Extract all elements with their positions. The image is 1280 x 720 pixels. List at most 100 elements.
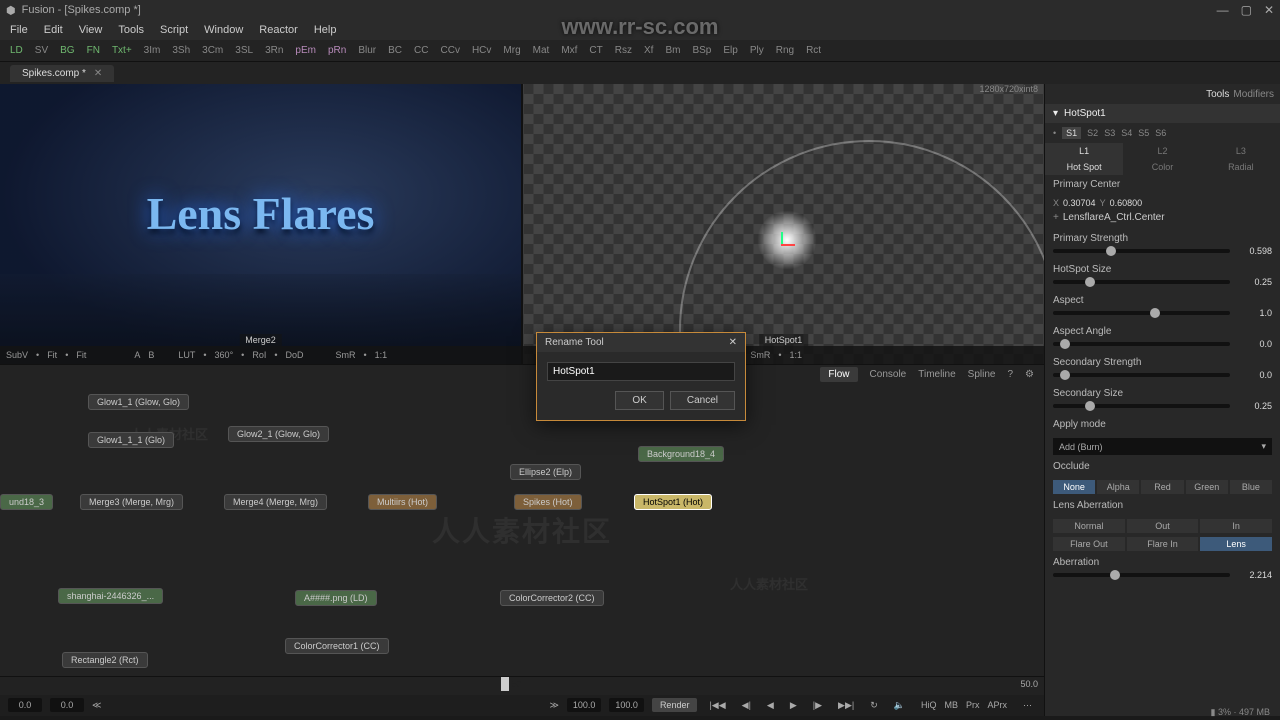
slider[interactable]	[1053, 342, 1230, 346]
sub-tab[interactable]: Color	[1123, 159, 1201, 175]
slider[interactable]	[1053, 311, 1230, 315]
tool-ply[interactable]: Ply	[750, 45, 764, 56]
vtb-item[interactable]: Fit	[76, 350, 86, 360]
menu-tools[interactable]: Tools	[118, 24, 144, 36]
viewer-left[interactable]: Lens Flares SubV•Fit•FitABLUT•360°•RoI•D…	[0, 84, 521, 364]
go-start-icon[interactable]: |◀◀	[705, 698, 729, 713]
vtb-item[interactable]: Fit	[47, 350, 57, 360]
menu-window[interactable]: Window	[204, 24, 243, 36]
tool-mxf[interactable]: Mxf	[561, 45, 577, 56]
vtb-item[interactable]: •	[241, 350, 244, 360]
menu-edit[interactable]: Edit	[44, 24, 63, 36]
tool-hcv[interactable]: HCv	[472, 45, 491, 56]
seg-out[interactable]: Out	[1127, 519, 1199, 533]
vtb-item[interactable]: •	[203, 350, 206, 360]
flow-node[interactable]: Merge4 (Merge, Mrg)	[224, 494, 327, 510]
tool-3cm[interactable]: 3Cm	[202, 45, 223, 56]
tool-ld[interactable]: LD	[10, 45, 23, 56]
flow-node[interactable]: Glow1_1_1 (Glo)	[88, 432, 174, 448]
vtb-item[interactable]: LUT	[178, 350, 195, 360]
flow-node[interactable]: und18_3	[0, 494, 53, 510]
inspector-tab-tools[interactable]: Tools	[1206, 89, 1229, 100]
aberration-slider[interactable]	[1053, 573, 1230, 577]
seg-none[interactable]: None	[1053, 480, 1095, 494]
slider[interactable]	[1053, 404, 1230, 408]
flow-node[interactable]: Merge3 (Merge, Mrg)	[80, 494, 183, 510]
transform-gizmo-icon[interactable]	[773, 230, 797, 254]
settings-slot[interactable]: S1	[1062, 127, 1081, 139]
seg-normal[interactable]: Normal	[1053, 519, 1125, 533]
loop-icon[interactable]: ↻	[866, 698, 882, 713]
tool-mat[interactable]: Mat	[533, 45, 550, 56]
expression-link[interactable]: + LensflareA_Ctrl.Center	[1045, 210, 1280, 229]
flow-node[interactable]: A####.png (LD)	[295, 590, 377, 606]
play-back-icon[interactable]: ◀	[763, 698, 778, 713]
time-start[interactable]: 0.0	[50, 698, 84, 712]
tool-bm[interactable]: Bm	[665, 45, 680, 56]
collapse-icon[interactable]: ▾	[1053, 108, 1058, 119]
vtb-item[interactable]: 1:1	[375, 350, 388, 360]
menu-view[interactable]: View	[79, 24, 103, 36]
flow-tab-console[interactable]: Console	[870, 369, 907, 380]
vtb-item[interactable]: A	[134, 350, 140, 360]
seg-in[interactable]: In	[1200, 519, 1272, 533]
sub-tab[interactable]: Radial	[1202, 159, 1280, 175]
time-end[interactable]: 100.0	[567, 698, 602, 712]
slider[interactable]	[1053, 249, 1230, 253]
seg-red[interactable]: Red	[1141, 480, 1183, 494]
level-tab[interactable]: L1	[1045, 143, 1123, 159]
seg-lens[interactable]: Lens	[1200, 537, 1272, 551]
tool-elp[interactable]: Elp	[723, 45, 737, 56]
settings-slot[interactable]: S6	[1155, 128, 1166, 138]
range-end[interactable]: 100.0	[609, 698, 644, 712]
viewer-right[interactable]: 1280x720xint8 Snap•LUT•360°•RoI•DoDSmR•1…	[523, 84, 1044, 364]
flow-tab-icon[interactable]: ⚙	[1025, 369, 1034, 380]
tl-hiq[interactable]: HiQ	[917, 698, 941, 712]
tool-fn[interactable]: FN	[87, 45, 100, 56]
tl-aprx[interactable]: APrx	[983, 698, 1011, 712]
slider[interactable]	[1053, 373, 1230, 377]
rename-input[interactable]	[547, 362, 735, 381]
vtb-item[interactable]: DoD	[286, 350, 304, 360]
tool-3sl[interactable]: 3SL	[235, 45, 253, 56]
flow-node[interactable]: Ellipse2 (Elp)	[510, 464, 581, 480]
vtb-item[interactable]: 1:1	[789, 350, 802, 360]
flow-node[interactable]: ColorCorrector1 (CC)	[285, 638, 389, 654]
tool-pem[interactable]: pEm	[295, 45, 316, 56]
flow-node[interactable]: Glow2_1 (Glow, Glo)	[228, 426, 329, 442]
tool-xf[interactable]: Xf	[644, 45, 653, 56]
flow-node[interactable]: Background18_4	[638, 446, 724, 462]
tool-ccv[interactable]: CCv	[441, 45, 460, 56]
tool-3sh[interactable]: 3Sh	[172, 45, 190, 56]
vtb-item[interactable]: •	[65, 350, 68, 360]
next-key-icon[interactable]: ≫	[549, 700, 558, 711]
flow-node[interactable]: shanghai-2446326_...	[58, 588, 163, 604]
tool-txt+[interactable]: Txt+	[112, 45, 132, 56]
cancel-button[interactable]: Cancel	[670, 391, 735, 410]
flow-node[interactable]: Rectangle2 (Rct)	[62, 652, 148, 668]
menu-file[interactable]: File	[10, 24, 28, 36]
seg-flare-out[interactable]: Flare Out	[1053, 537, 1125, 551]
menu-reactor[interactable]: Reactor	[259, 24, 298, 36]
vtb-item[interactable]: •	[778, 350, 781, 360]
flow-node[interactable]: HotSpot1 (Hot)	[634, 494, 712, 510]
vtb-item[interactable]: SubV	[6, 350, 28, 360]
ok-button[interactable]: OK	[615, 391, 663, 410]
flow-tab-timeline[interactable]: Timeline	[918, 369, 955, 380]
tool-cc[interactable]: CC	[414, 45, 428, 56]
settings-icon[interactable]: ⋯	[1019, 698, 1036, 713]
tool-bg[interactable]: BG	[60, 45, 74, 56]
plus-icon[interactable]: +	[1053, 212, 1059, 223]
tool-sv[interactable]: SV	[35, 45, 48, 56]
flow-area[interactable]: 人人素材社区 人人素材社区 人人素材社区 Glow1_1 (Glow, Glo)…	[0, 384, 1044, 676]
document-tab[interactable]: Spikes.comp * ✕	[10, 65, 114, 82]
seg-blue[interactable]: Blue	[1230, 480, 1272, 494]
close-icon[interactable]: ✕	[1264, 3, 1274, 17]
menu-script[interactable]: Script	[160, 24, 188, 36]
audio-icon[interactable]: 🔈	[890, 698, 909, 713]
tool-3rn[interactable]: 3Rn	[265, 45, 283, 56]
seg-green[interactable]: Green	[1186, 480, 1228, 494]
dialog-close-icon[interactable]: ✕	[729, 337, 737, 348]
flow-tab-icon[interactable]: ?	[1007, 369, 1013, 380]
settings-slot[interactable]: S2	[1087, 128, 1098, 138]
